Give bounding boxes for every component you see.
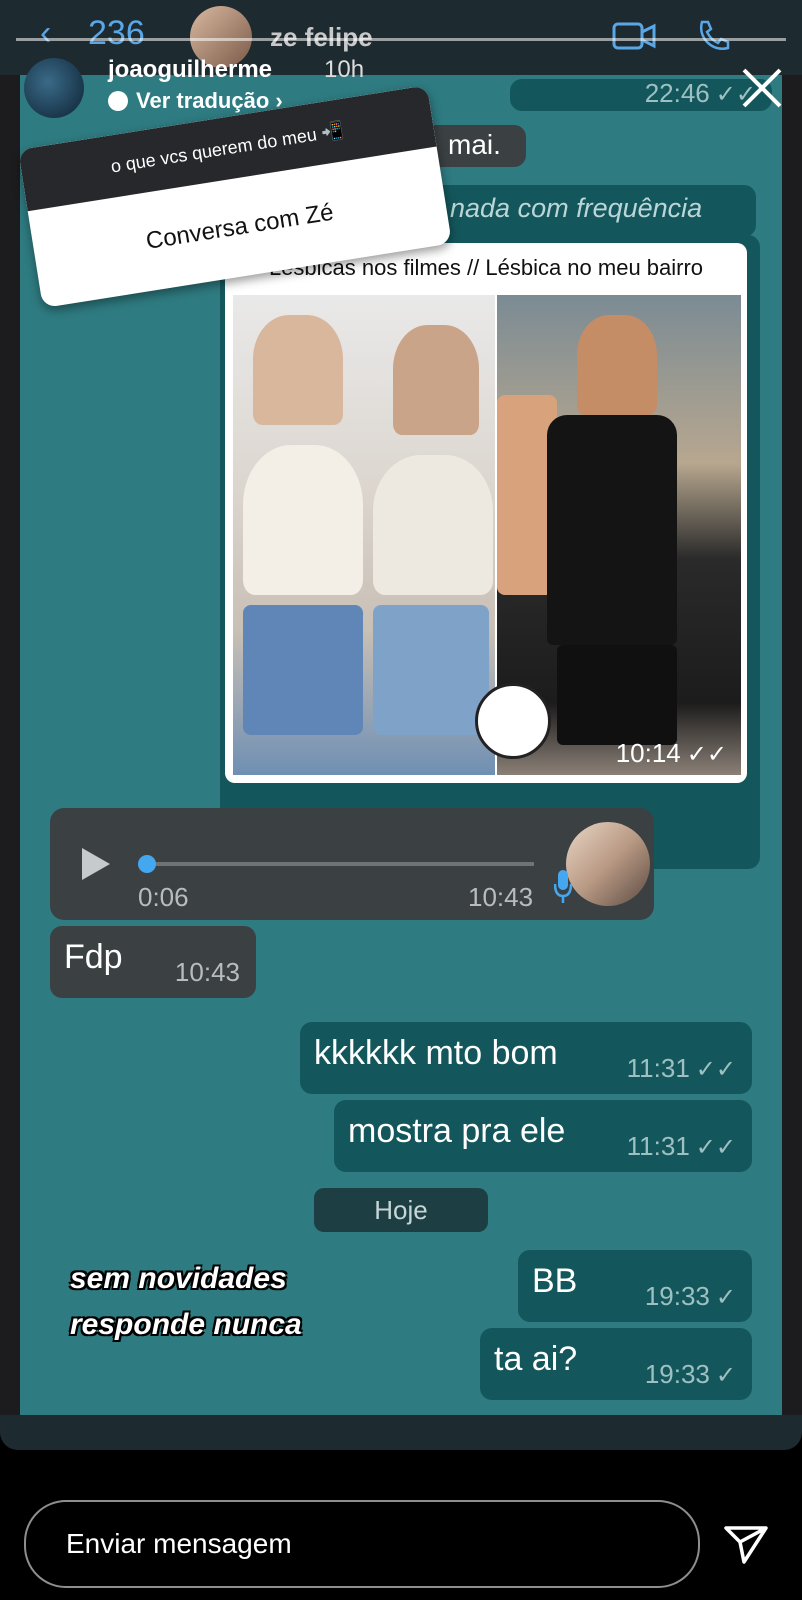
phone-icon <box>699 20 730 50</box>
message-bubble-out[interactable]: kkkkkk mto bom 11:31 ✓✓ <box>300 1022 752 1094</box>
audio-time: 10:43 <box>468 882 534 912</box>
audio-progress-track[interactable] <box>146 862 534 866</box>
message-bubble-out[interactable]: BB 19:33 ✓ <box>518 1250 752 1322</box>
message-time: 19:33 ✓ <box>644 1359 736 1389</box>
watermark-badge-icon <box>475 683 551 759</box>
video-call-icon <box>612 22 656 50</box>
image-message[interactable]: Lésbicas nos filmes // Lésbica no meu ba… <box>225 243 747 783</box>
hidden-bubble-frequencia: nada com frequência <box>420 185 756 237</box>
double-check-icon: ✓✓ <box>695 1134 736 1161</box>
message-bubble-in[interactable]: Fdp 10:43 <box>50 926 256 998</box>
avatar[interactable] <box>24 58 84 118</box>
reply-placeholder: Enviar mensagem <box>66 1528 292 1559</box>
message-bubble-out[interactable]: ta ai? 19:33 ✓ <box>480 1328 752 1400</box>
reply-input[interactable]: Enviar mensagem <box>24 1500 700 1588</box>
message-time: 10:43 <box>174 957 240 987</box>
sticker-line: responde nunca <box>70 1308 302 1341</box>
send-icon[interactable] <box>722 1520 770 1568</box>
unread-count: 236 <box>88 14 145 52</box>
image-time: 10:14 ✓✓ <box>615 738 727 768</box>
close-icon[interactable] <box>738 64 786 112</box>
sticker-line: sem novidades <box>70 1262 287 1295</box>
story-username[interactable]: joaoguilherme <box>108 56 272 84</box>
message-text: ta ai? <box>494 1340 578 1378</box>
hidden-bubble-top: 22:46 ✓✓ <box>510 78 772 111</box>
double-check-icon: ✓✓ <box>686 741 727 768</box>
message-time: 19:33 ✓ <box>644 1281 736 1311</box>
double-check-icon: ✓✓ <box>695 1056 736 1083</box>
audio-scrubber[interactable] <box>138 855 156 873</box>
sender-avatar <box>566 822 650 906</box>
translate-icon <box>108 91 128 111</box>
single-check-icon: ✓ <box>715 1362 736 1389</box>
audio-duration: 0:06 <box>138 882 189 912</box>
photo-women-drinks <box>233 295 495 775</box>
voice-message[interactable]: 0:06 10:43 <box>50 808 654 920</box>
message-time: 22:46 <box>644 78 710 108</box>
whatsapp-input-bar <box>0 1415 802 1450</box>
message-time: 11:31 ✓✓ <box>626 1131 736 1161</box>
single-check-icon: ✓ <box>715 1284 736 1311</box>
message-text: mai. <box>448 129 501 160</box>
message-text: nada com frequência <box>450 193 703 223</box>
mic-icon <box>554 870 572 903</box>
back-icon: ‹ <box>40 14 52 52</box>
date-separator: Hoje <box>314 1188 488 1232</box>
play-icon[interactable] <box>82 848 110 880</box>
text-sticker: sem novidades responde nunca <box>70 1256 302 1348</box>
message-bubble-out[interactable]: mostra pra ele 11:31 ✓✓ <box>334 1100 752 1172</box>
story-frame: ‹ 236 ze felipe 22:46 ✓✓ mai. nada com fr… <box>0 0 802 1450</box>
story-progress-bar <box>16 38 786 41</box>
translate-link[interactable]: Ver tradução › <box>108 88 283 114</box>
message-text: mostra pra ele <box>348 1112 566 1150</box>
story-posted-ago: 10h <box>324 56 365 83</box>
message-text: BB <box>532 1262 578 1300</box>
message-text: Fdp <box>64 938 123 976</box>
message-text: kkkkkk mto bom <box>314 1034 558 1072</box>
message-time: 11:31 ✓✓ <box>626 1053 736 1083</box>
